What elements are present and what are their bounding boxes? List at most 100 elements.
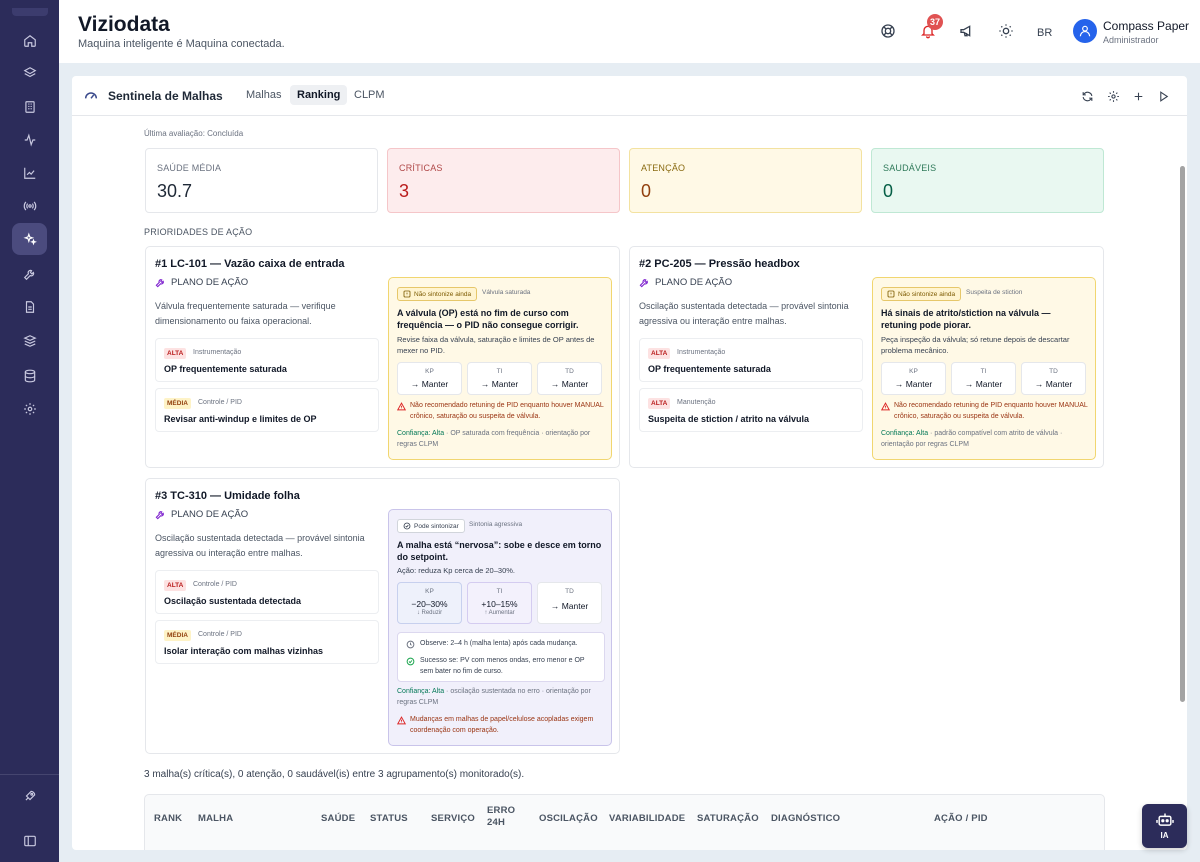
column-header-servico[interactable]: SERVIÇO (431, 813, 475, 825)
column-header-saturacao[interactable]: SATURAÇÃO (697, 813, 759, 825)
sidebar-item-signal[interactable] (12, 190, 47, 222)
warning-text: Não recomendado retuning de PID enquanto… (894, 402, 1088, 420)
issue-item[interactable]: ALTA Manutenção Suspeita de stiction / a… (639, 388, 863, 432)
card-description: Oscilação sustentada detectada — prováve… (639, 301, 849, 326)
column-header-malha[interactable]: MALHA (198, 813, 233, 825)
param-label: TD (1049, 368, 1058, 375)
sidebar-item-settings[interactable] (12, 393, 47, 425)
tab-ranking[interactable]: Ranking (290, 85, 348, 105)
ai-assistant-button[interactable]: IA (1142, 804, 1187, 848)
advice-warning: Não recomendado retuning de PID enquanto… (397, 401, 609, 422)
tuning-reason: Válvula saturada (482, 289, 531, 296)
issue-item[interactable]: MÉDIA Controle / PID Revisar anti-windup… (155, 388, 379, 432)
warning-icon (397, 402, 406, 411)
scrollbar-thumb[interactable] (1180, 166, 1185, 702)
card-title: #1 LC-101 — Vazão caixa de entrada (155, 258, 345, 270)
sidebar-item-database[interactable] (12, 360, 47, 392)
plus-icon (1134, 92, 1142, 100)
user-icon (1079, 25, 1091, 37)
sidebar-logo-tab (12, 8, 48, 16)
column-header-oscilacao[interactable]: OSCILAÇÃO (539, 813, 598, 825)
theme-toggle-button[interactable] (995, 20, 1017, 42)
observation-box: Observe: 2–4 h (malha lenta) após cada m… (397, 632, 605, 682)
issue-category: Instrumentação (677, 349, 726, 356)
tab-clpm[interactable]: CLPM (347, 85, 392, 105)
last-evaluation: Última avaliação: Concluída (144, 129, 244, 138)
issue-item[interactable]: ALTA Instrumentação OP frequentemente sa… (155, 338, 379, 382)
tuning-status-pill: Não sintonize ainda (881, 287, 962, 301)
sidebar-item-home[interactable] (12, 25, 47, 57)
language-selector[interactable]: BR (1037, 27, 1052, 39)
param-label: KP (909, 368, 918, 375)
gear-icon (1107, 90, 1119, 102)
column-header-acao-pid[interactable]: AÇÃO / PID (934, 813, 988, 825)
activity-icon (24, 133, 35, 147)
chart-line-icon (23, 167, 35, 179)
column-header-erro-24h[interactable]: ERRO 24H (487, 805, 517, 829)
sidebar-item-reports[interactable] (12, 291, 47, 323)
column-header-diagnostico[interactable]: DIAGNÓSTICO (771, 813, 840, 825)
scrollbar[interactable] (1179, 116, 1187, 850)
column-header-status[interactable]: STATUS (370, 813, 408, 825)
param-direction: ↓ Reduzir (416, 610, 443, 616)
sidebar-item-layers[interactable] (12, 57, 47, 89)
app-title: Viziodata (78, 13, 170, 36)
tuning-advice-box: Não sintonize ainda Suspeita de stiction… (872, 277, 1096, 460)
confidence-label: Confiança: Alta (397, 430, 445, 437)
robot-icon (1155, 813, 1174, 826)
param-value: −20–30% (411, 599, 448, 609)
announcements-button[interactable] (956, 20, 978, 42)
ti-box: TI → Manter (467, 362, 532, 395)
issue-item[interactable]: ALTA Instrumentação OP frequentemente sa… (639, 338, 863, 382)
confidence-note: Confiança: Alta · padrão compatível com … (881, 429, 1091, 450)
ranking-table: RANK MALHA SAÚDE STATUS SERVIÇO ERRO 24H… (144, 794, 1105, 850)
add-button[interactable] (1130, 88, 1146, 104)
tab-malhas[interactable]: Malhas (239, 85, 288, 105)
column-header-rank[interactable]: RANK (154, 813, 182, 825)
action-plan-text: PLANO DE AÇÃO (171, 277, 249, 288)
support-button[interactable] (877, 20, 899, 42)
sidebar-item-pulse[interactable] (12, 124, 47, 156)
advice-warning: Mudanças em malhas de papel/celulose aco… (397, 715, 609, 736)
ti-box: TI +10–15% ↑ Aumentar (467, 582, 532, 624)
advice-headline: A malha está “nervosa”: sobe e desce em … (397, 540, 602, 562)
issue-item[interactable]: ALTA Controle / PID Oscilação sustentada… (155, 570, 379, 614)
run-button[interactable] (1155, 88, 1171, 104)
column-header-saude[interactable]: SAÚDE (321, 813, 355, 825)
building-icon (24, 101, 35, 113)
tuning-reason: Sintonia agressiva (469, 521, 523, 528)
sidebar-item-trends[interactable] (12, 157, 47, 189)
severity-badge: ALTA (648, 348, 671, 359)
sidebar-collapse-toggle[interactable] (12, 825, 47, 857)
issue-item[interactable]: MÉDIA Controle / PID Isolar interação co… (155, 620, 379, 664)
sidebar-item-maintenance[interactable] (12, 258, 47, 290)
column-header-variabilidade[interactable]: VARIABILIDADE (609, 813, 685, 825)
sparkles-icon (22, 232, 37, 246)
user-name[interactable]: Compass Paper (1103, 19, 1189, 33)
stat-value: 3 (399, 181, 410, 201)
sidebar-item-stack[interactable] (12, 325, 47, 357)
sidebar-item-deploy[interactable] (12, 780, 47, 812)
panel-settings-button[interactable] (1105, 88, 1121, 104)
stat-card-attention: ATENÇÃO 0 (629, 148, 862, 213)
rocket-icon (25, 790, 35, 801)
priority-card-3: #3 TC-310 — Umidade folha PLANO DE AÇÃO … (145, 478, 620, 754)
sidebar-item-sentinela[interactable] (12, 223, 47, 255)
alert-icon (403, 290, 411, 298)
wrench-icon (639, 279, 648, 288)
param-label: TI (980, 368, 987, 375)
priority-card-2: #2 PC-205 — Pressão headbox PLANO DE AÇÃ… (629, 246, 1104, 468)
card-title: #2 PC-205 — Pressão headbox (639, 258, 800, 270)
avatar[interactable] (1073, 19, 1097, 43)
tuning-status-text: Não sintonize ainda (414, 290, 472, 298)
wrench-icon (155, 511, 164, 520)
issue-title: OP frequentemente saturada (648, 364, 771, 374)
megaphone-icon (960, 25, 971, 37)
tuning-advice-box: Pode sintonizar Sintonia agressiva A mal… (388, 509, 612, 746)
confidence-label: Confiança: Alta (881, 430, 929, 437)
sidebar-panel-icon (23, 835, 36, 847)
refresh-button[interactable] (1079, 88, 1095, 104)
home-icon (23, 35, 36, 47)
stat-label: CRÍTICAS (399, 163, 443, 173)
sidebar-item-factory[interactable] (12, 91, 47, 123)
